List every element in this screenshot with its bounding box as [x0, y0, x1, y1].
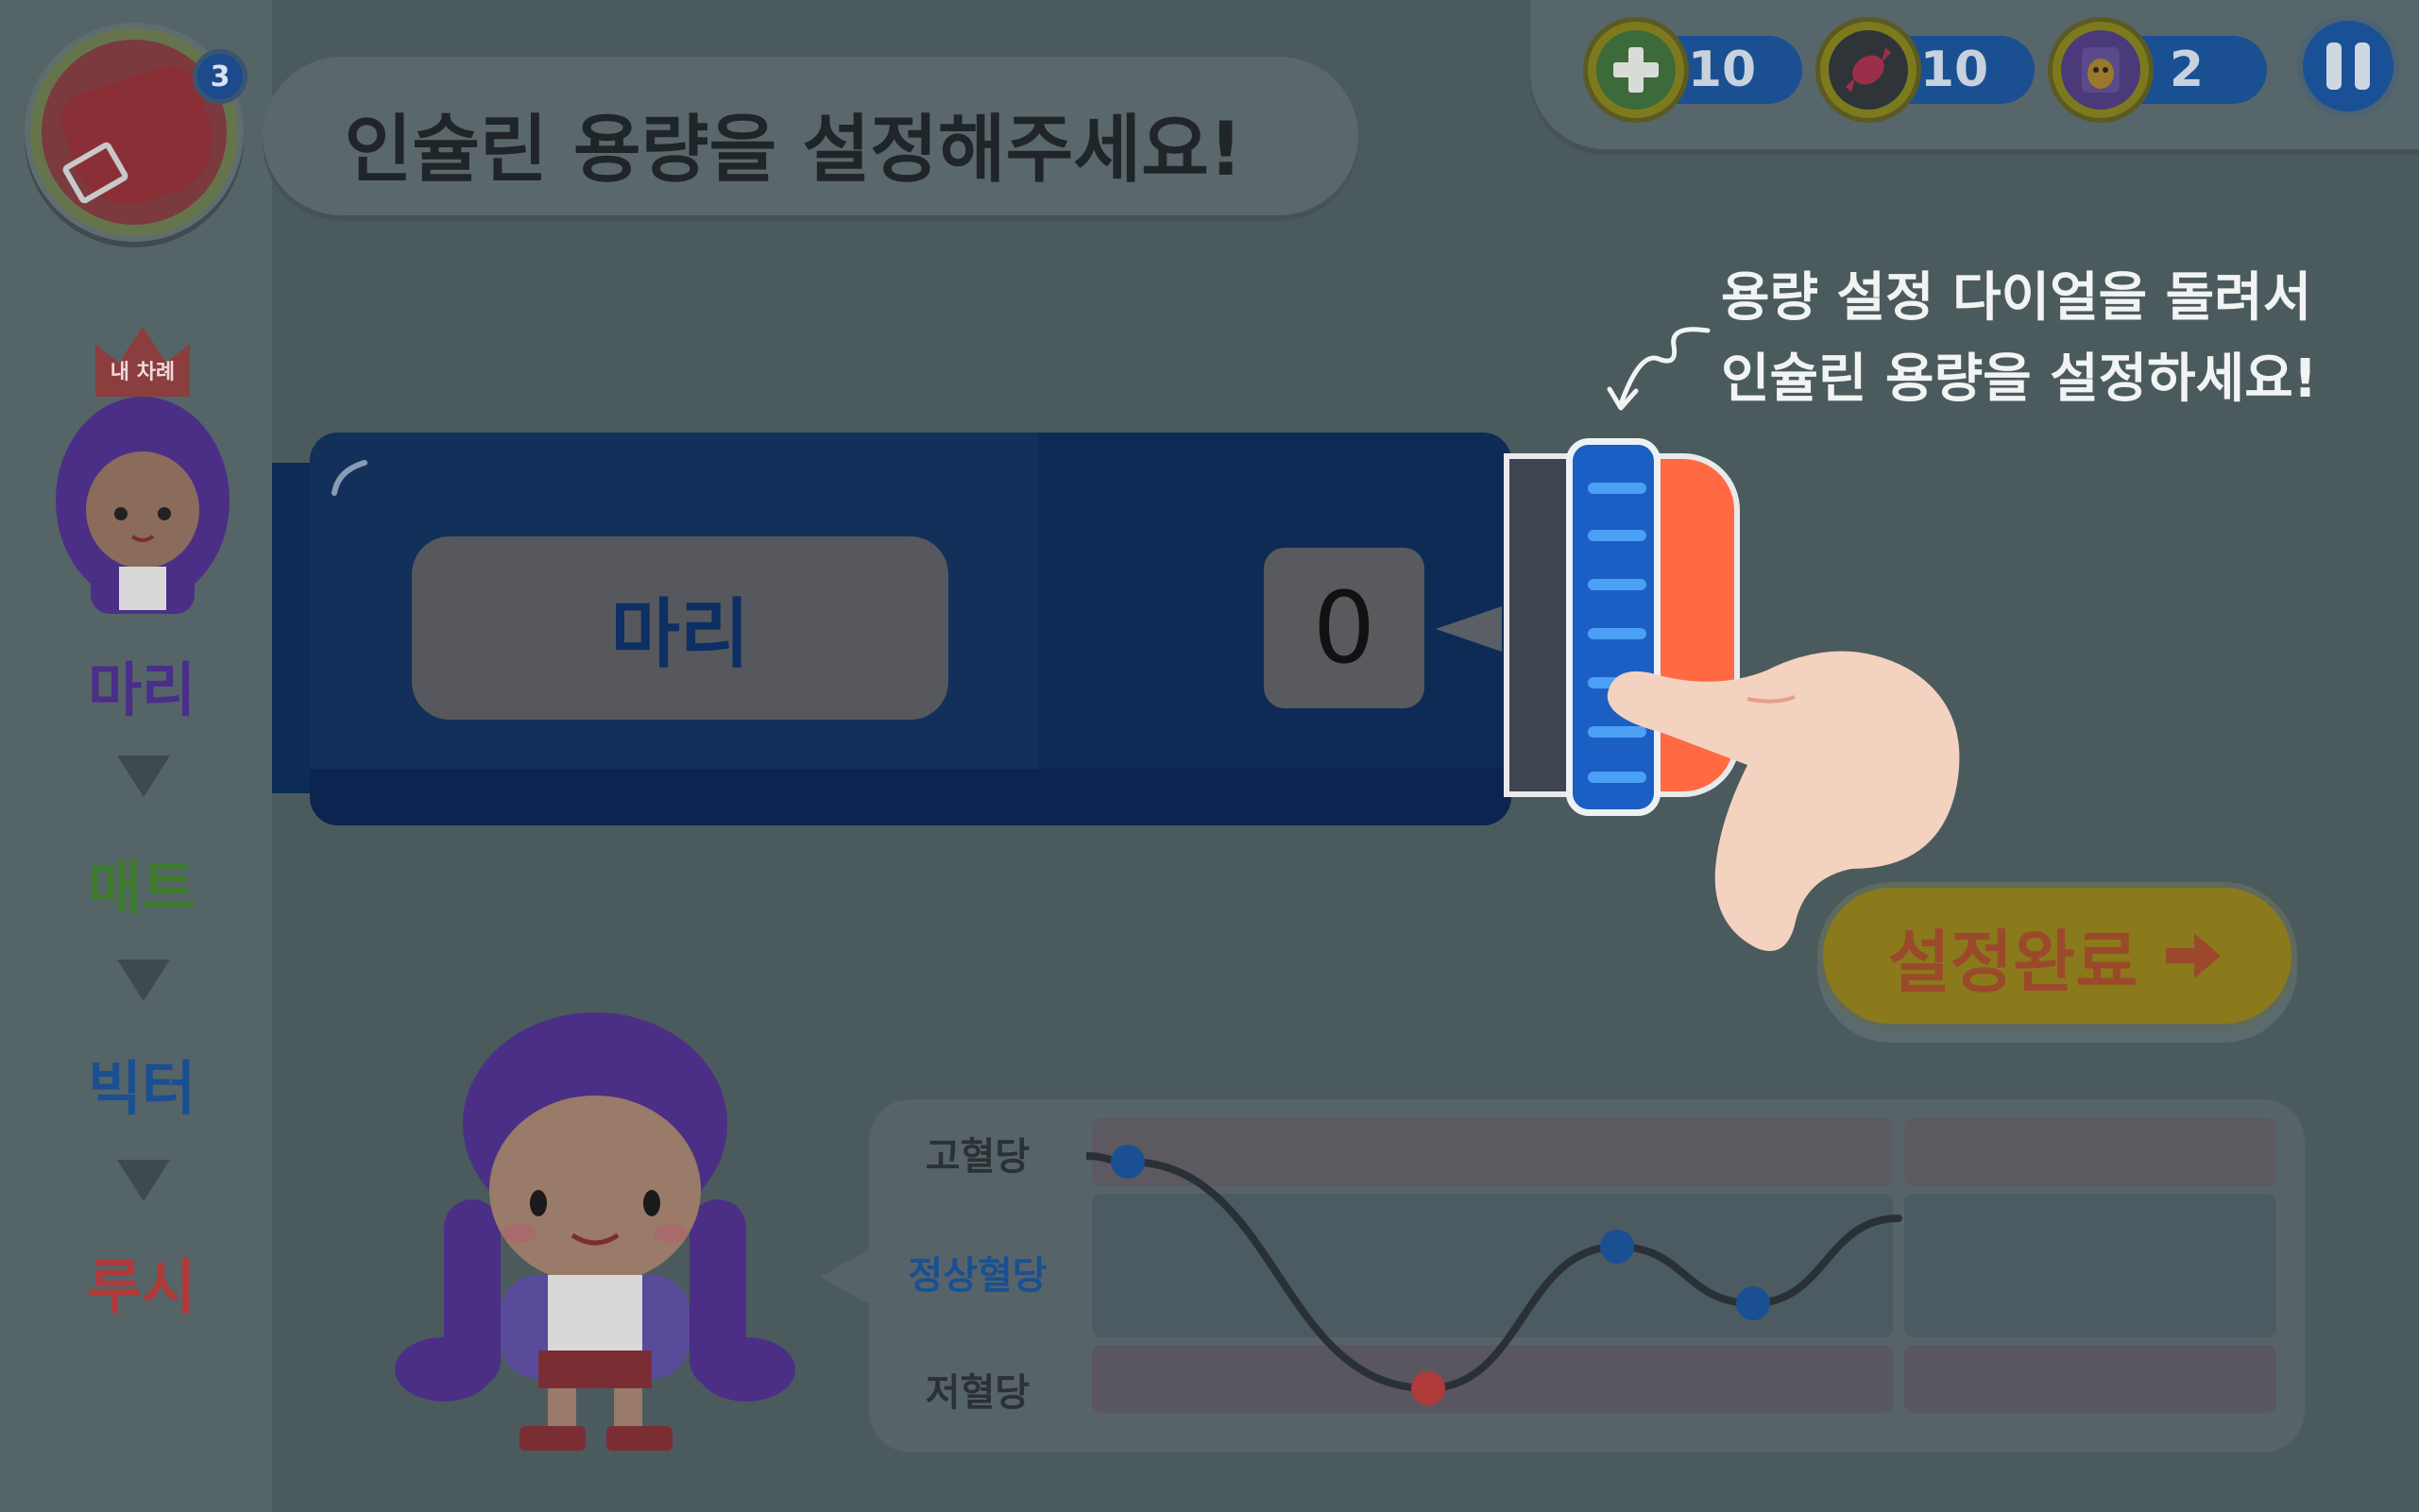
player-name-mari: 마리: [87, 655, 196, 724]
monster-icon: [2082, 47, 2120, 93]
turn-arrow-3: [117, 1160, 170, 1201]
dose-display: 0: [1264, 548, 1424, 708]
player-name-matt: 매트: [87, 854, 196, 923]
sugar-point-4: [1736, 1286, 1770, 1320]
normal-zone-1: [1092, 1194, 1893, 1337]
character-mari: [395, 1012, 795, 1451]
player-avatar-mari: [56, 397, 230, 614]
turn-order-sidebar: 3 내 차례 마리 매트 빅터 루시: [0, 0, 272, 1512]
instruction-title: 인슐린 용량을 설정해주세요!: [344, 108, 1243, 193]
normal-sugar-label: 정상혈당: [908, 1254, 1048, 1298]
turn-arrow-2: [117, 960, 170, 1001]
dose-pointer-icon: [1436, 606, 1502, 652]
pause-button[interactable]: [2297, 15, 2399, 117]
graph-pointer: [820, 1249, 871, 1305]
pause-icon: [2326, 42, 2342, 90]
first-aid-kit-icon[interactable]: [1583, 17, 1689, 123]
player-name-lucy: 루시: [87, 1252, 196, 1321]
my-turn-label: 내 차례: [110, 361, 176, 384]
hint-line-2: 인슐린 용량을 설정하세요!: [1721, 348, 2318, 410]
sugar-point-1: [1111, 1145, 1145, 1179]
arrow-right-icon: [2166, 933, 2222, 978]
high-zone-1: [1092, 1118, 1893, 1186]
monster-card-icon[interactable]: [2048, 17, 2154, 123]
high-sugar-label: 고혈당: [925, 1135, 1031, 1179]
plus-icon: [1613, 47, 1659, 93]
sugar-point-3: [1600, 1230, 1634, 1264]
sugar-point-2: [1411, 1371, 1445, 1405]
player-name-victor: 빅터: [87, 1054, 196, 1123]
pen-owner-label: 마리: [412, 536, 948, 720]
normal-zone-2: [1904, 1194, 2276, 1337]
hint-arrow-icon: [1607, 327, 1711, 411]
high-zone-2: [1904, 1118, 2276, 1186]
candy-wrapper-icon: [1846, 47, 1891, 93]
finish-setting-button[interactable]: 설정완료: [1817, 882, 2297, 1029]
low-sugar-label: 저혈당: [925, 1371, 1031, 1415]
bag-count-badge: 3: [193, 49, 247, 104]
finish-setting-label: 설정완료: [1887, 922, 2138, 1002]
pen-highlight: [332, 460, 367, 496]
hint-line-1: 용량 설정 다이얼을 돌려서: [1721, 267, 2312, 329]
low-zone-2: [1904, 1345, 2276, 1413]
blood-sugar-graph: [1086, 1118, 2276, 1413]
turn-arrow-1: [117, 756, 170, 797]
candy-icon[interactable]: [1815, 17, 1921, 123]
